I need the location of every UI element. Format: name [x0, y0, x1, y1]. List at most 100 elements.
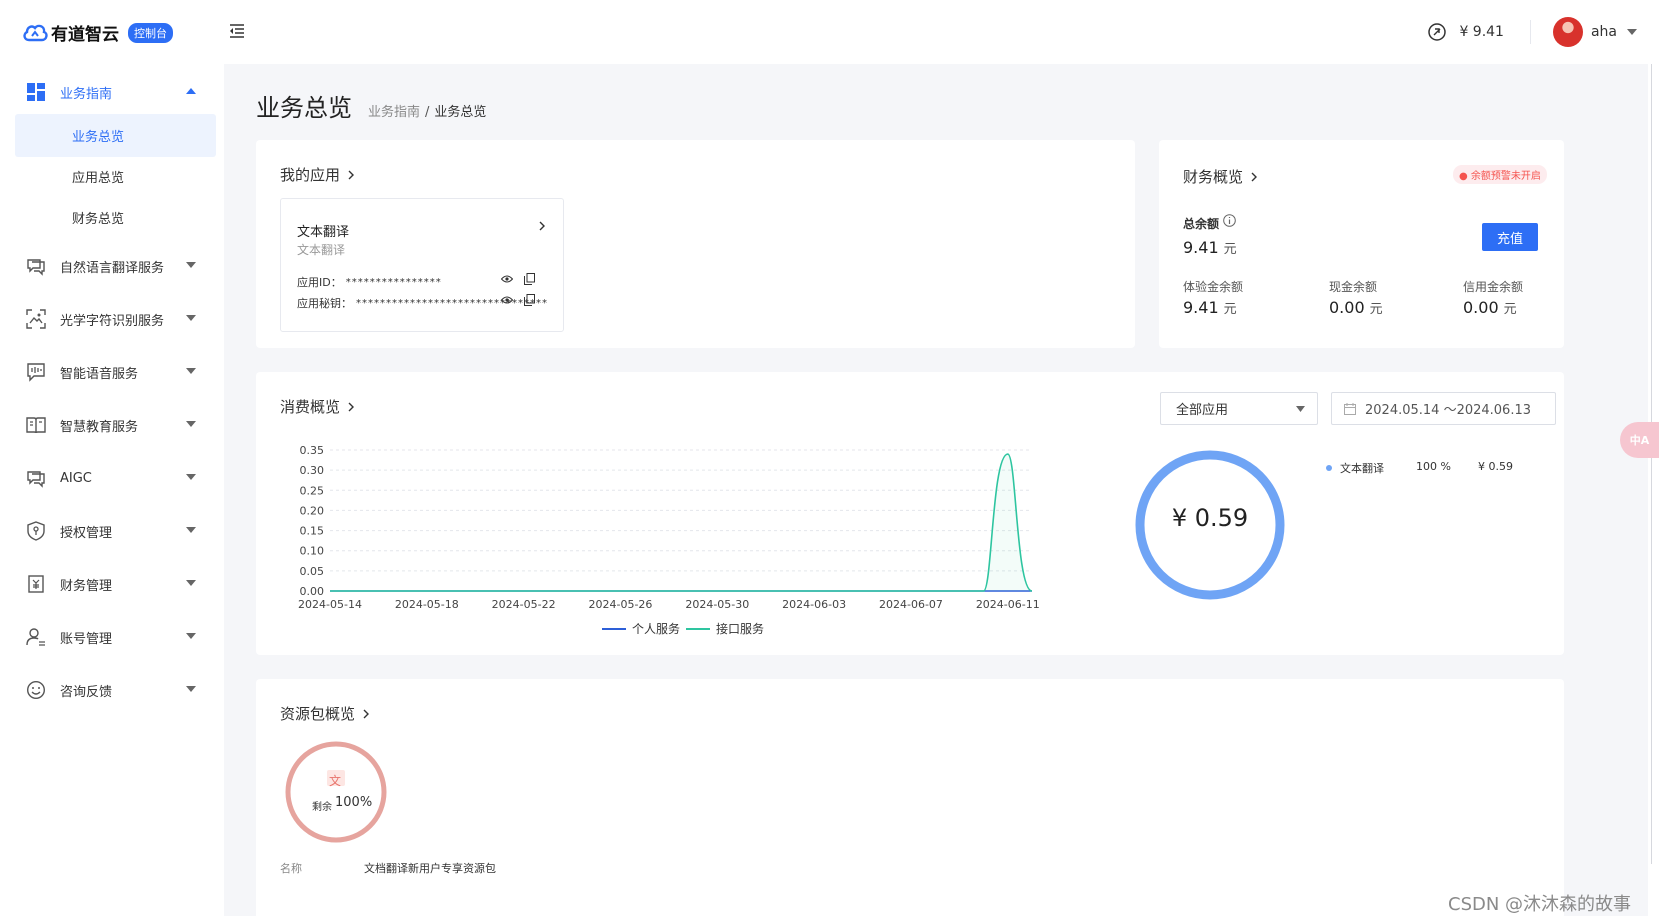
my-apps-card: 我的应用 文本翻译 文本翻译 应用ID： **************** 应用…	[256, 140, 1135, 348]
user-settings-icon	[25, 626, 47, 648]
logo[interactable]: 有道智云 控制台	[22, 20, 173, 45]
sidebar-subitem-app-overview[interactable]: 应用总览	[15, 155, 216, 198]
sidebar-item-education[interactable]: 智慧教育服务	[0, 397, 224, 453]
sidebar-subitem-finance-overview[interactable]: 财务总览	[15, 196, 216, 239]
copy-icon[interactable]	[524, 294, 535, 306]
sidebar-subitem-label: 业务总览	[72, 130, 125, 145]
x-tick-label: 2024-06-11	[976, 598, 1040, 611]
app-secret-value: ********************************	[356, 297, 548, 309]
unit: 元	[1369, 302, 1383, 317]
sidebar-item-label: 智慧教育服务	[60, 419, 139, 435]
book-icon	[25, 414, 47, 436]
consumption-line-chart: 0.350.300.250.200.150.100.050.002024-05-…	[298, 444, 1040, 611]
avatar[interactable]	[1552, 17, 1583, 47]
total-balance-label: 总余额	[1183, 217, 1220, 231]
recharge-button[interactable]: 充值	[1482, 223, 1538, 251]
dashboard-icon	[25, 81, 47, 103]
legend-swatch	[602, 627, 626, 630]
my-apps-title[interactable]: 我的应用	[280, 164, 355, 185]
cash-balance-label: 现金余额	[1329, 280, 1378, 294]
select-value: 全部应用	[1176, 403, 1229, 418]
app-card[interactable]: 文本翻译 文本翻译 应用ID： **************** 应用秘钥： *…	[280, 198, 564, 332]
sidebar-item-account[interactable]: 账号管理	[0, 609, 224, 665]
finance-title[interactable]: 财务概览	[1183, 166, 1258, 187]
legend-swatch	[686, 627, 710, 630]
sidebar-item-nlp-translation[interactable]: 自然语言翻译服务	[0, 238, 224, 294]
remaining-value: 100%	[335, 795, 373, 810]
sidebar-item-finance[interactable]: 财务管理	[0, 556, 224, 612]
y-tick-label: 0.15	[300, 525, 325, 538]
eye-icon[interactable]	[501, 275, 513, 283]
eye-icon[interactable]	[501, 296, 513, 304]
caret-down-icon	[186, 686, 196, 694]
sidebar-item-label: AIGC	[60, 470, 92, 486]
chevron-right-icon	[1251, 172, 1258, 182]
x-tick-label: 2024-05-14	[298, 598, 362, 611]
sidebar-item-voice[interactable]: 智能语音服务	[0, 344, 224, 400]
package-title[interactable]: 资源包概览	[280, 703, 370, 724]
breadcrumb-link[interactable]: 业务指南	[368, 101, 420, 120]
caret-down-icon	[186, 262, 196, 270]
watermark: CSDN @沐沐森的故事	[1448, 894, 1632, 915]
sidebar-subitem-business-overview[interactable]: 业务总览	[15, 114, 216, 157]
translate-float-button[interactable]: 中A	[1620, 422, 1659, 458]
chevron-right-icon[interactable]	[539, 221, 545, 231]
caret-down-icon[interactable]	[1627, 29, 1637, 35]
sidebar-subitem-label: 财务总览	[72, 212, 125, 227]
sidebar-item-ocr[interactable]: 光学字符识别服务	[0, 291, 224, 347]
legend-item-api[interactable]: 接口服务	[686, 620, 764, 637]
package-name-label: 名称	[280, 862, 302, 875]
x-tick-label: 2024-05-18	[395, 598, 459, 611]
pie-legend-item[interactable]: 文本翻译	[1326, 460, 1384, 476]
consumption-title[interactable]: 消费概览	[280, 396, 355, 417]
package-name-value: 文档翻译新用户专享资源包	[364, 862, 496, 875]
cash-balance-value: 0.00 元	[1329, 298, 1383, 317]
top-right-tools: ¥ 9.41 aha	[1427, 0, 1659, 64]
caret-down-icon	[186, 315, 196, 323]
voice-icon	[25, 361, 47, 383]
info-icon[interactable]	[1223, 214, 1236, 227]
scrollbar[interactable]	[1651, 64, 1652, 864]
cloud-logo-icon	[22, 23, 48, 43]
legend-label: 接口服务	[716, 622, 765, 636]
y-tick-label: 0.00	[300, 585, 325, 598]
credit-balance-label: 信用金余额	[1463, 280, 1524, 294]
divider	[1529, 20, 1531, 44]
sidebar-item-business-guide[interactable]: 业务指南	[0, 64, 224, 120]
menu-collapse-icon[interactable]	[228, 22, 246, 40]
sidebar: 业务指南 业务总览 应用总览 财务总览 自然语言翻译服务 光学字符识别服务 智能…	[0, 64, 224, 924]
balance-amount[interactable]: ¥ 9.41	[1459, 24, 1504, 40]
card-title-text: 我的应用	[280, 166, 341, 184]
sidebar-item-feedback[interactable]: 咨询反馈	[0, 662, 224, 718]
unit: 元	[1503, 302, 1517, 317]
y-tick-label: 0.30	[300, 464, 325, 477]
sidebar-item-authorization[interactable]: 授权管理	[0, 503, 224, 559]
page-title: 业务总览	[256, 94, 352, 122]
copy-icon[interactable]	[524, 273, 535, 285]
legend-item-personal[interactable]: 个人服务	[602, 620, 680, 637]
username[interactable]: aha	[1591, 24, 1617, 40]
unit: 元	[1223, 302, 1237, 317]
chevron-right-icon	[348, 402, 355, 412]
pie-legend-amount: ¥ 0.59	[1478, 460, 1513, 473]
y-tick-label: 0.05	[300, 565, 325, 578]
app-id-row: 应用ID： ****************	[297, 274, 442, 290]
sidebar-item-label: 账号管理	[60, 631, 113, 647]
trial-balance-value: 9.41 元	[1183, 298, 1237, 317]
breadcrumb-current: 业务总览	[434, 105, 487, 120]
date-range-picker[interactable]: 2024.05.14 ～2024.06.13	[1331, 392, 1556, 425]
balance-warning-badge[interactable]: ● 余额预警未开启	[1453, 165, 1547, 184]
resource-package-card: 资源包概览 文 剩余 100% 名称 文档翻译新用户专享资源包	[256, 679, 1564, 924]
sidebar-item-aigc[interactable]: AIGC	[0, 450, 224, 506]
coin-icon[interactable]	[1427, 22, 1447, 42]
card-title-text: 财务概览	[1183, 168, 1244, 186]
x-tick-label: 2024-05-26	[589, 598, 653, 611]
top-bar: 有道智云 控制台 ¥ 9.41 aha	[0, 0, 1659, 64]
caret-down-icon	[186, 368, 196, 376]
sidebar-item-label: 自然语言翻译服务	[60, 260, 165, 276]
app-filter-select[interactable]: 全部应用	[1160, 392, 1318, 425]
x-tick-label: 2024-06-03	[782, 598, 846, 611]
document-icon: 文	[329, 774, 342, 788]
sidebar-subitem-label: 应用总览	[72, 171, 125, 186]
y-tick-label: 0.35	[300, 444, 325, 457]
